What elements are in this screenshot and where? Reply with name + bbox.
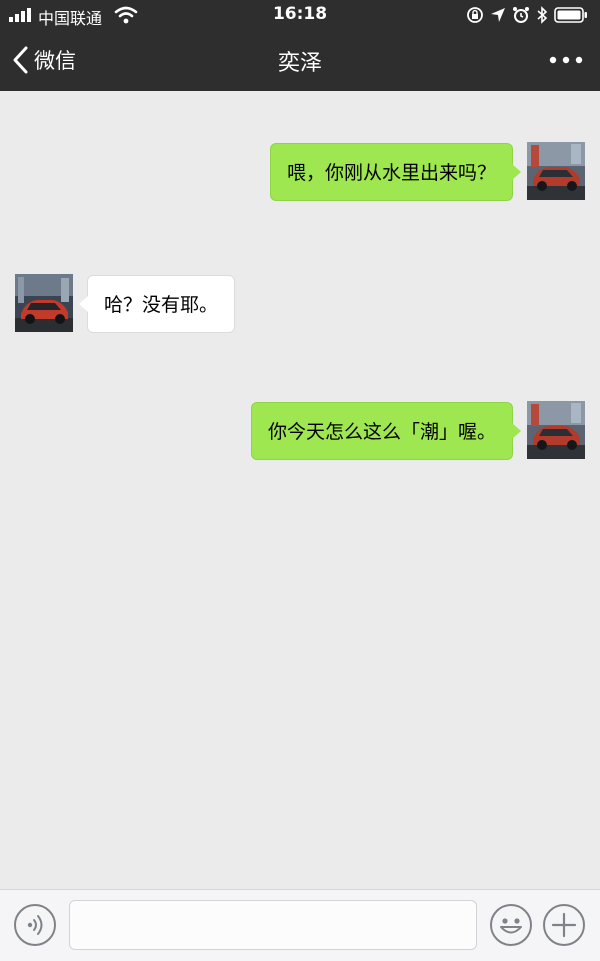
message-bubble-outgoing[interactable]: 你今天怎么这么「潮」喔。 [250,402,522,460]
back-label: 微信 [34,49,76,73]
plus-icon [551,912,577,938]
more-dots-icon[interactable] [548,48,584,72]
input-bar [0,889,600,961]
chat-area[interactable]: 喂，你刚从水里出来吗？ 哈？没有耶。 你今天怎么这么「潮」喔。 [0,91,600,889]
chat-title: 奕泽 [277,51,322,76]
car-avatar-icon [527,142,585,200]
car-avatar-icon [15,274,73,332]
nav-bar: 微信 奕泽 [0,30,600,91]
emoji-button[interactable] [490,904,532,946]
back-button[interactable]: 微信 [10,42,76,78]
emoji-icon [500,918,522,934]
message-bubble-incoming[interactable]: 哈？没有耶。 [78,275,236,333]
avatar[interactable] [527,401,585,459]
avatar[interactable] [15,274,73,332]
message-input[interactable] [69,900,477,950]
avatar[interactable] [527,142,585,200]
battery-icon [554,7,587,23]
top-bar: 中国联通 16:18 微信 奕泽 [0,0,600,91]
alarm-icon [513,7,529,23]
plus-button[interactable] [543,904,585,946]
rotation-lock-icon [467,7,483,23]
voice-button[interactable] [14,904,56,946]
voice-icon [27,915,43,935]
status-bar: 中国联通 16:18 [0,0,600,30]
chevron-left-icon [13,46,28,74]
system-icons [460,5,588,25]
location-icon [491,8,505,22]
car-avatar-icon [527,401,585,459]
message-bubble-outgoing[interactable]: 喂，你刚从水里出来吗？ [269,143,522,201]
bluetooth-icon [537,6,548,24]
